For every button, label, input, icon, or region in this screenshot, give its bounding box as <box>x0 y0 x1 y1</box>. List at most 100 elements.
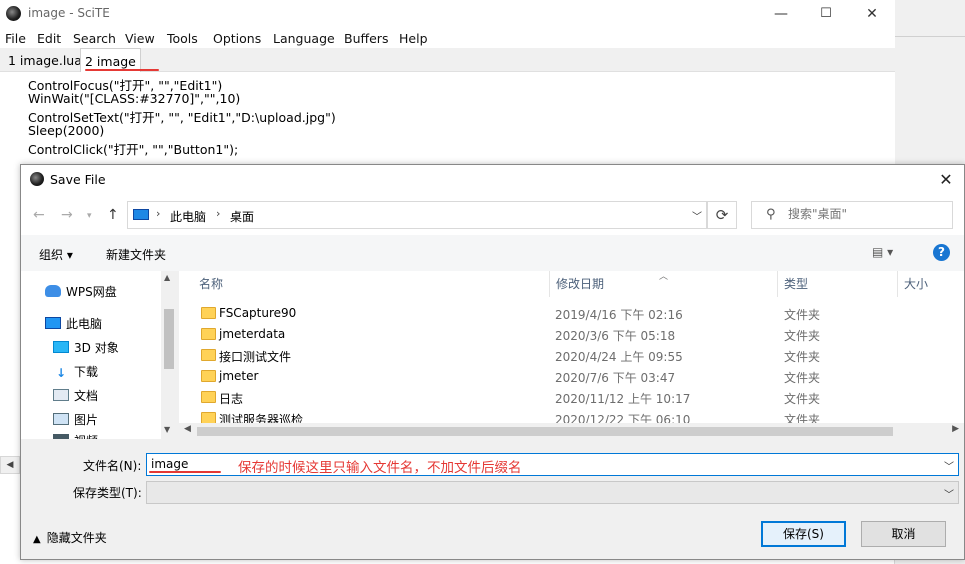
scroll-right-icon[interactable]: ▶ <box>952 424 959 434</box>
address-dropdown-icon[interactable]: ﹀ <box>692 208 702 223</box>
column-divider[interactable] <box>777 271 778 297</box>
breadcrumb-desktop[interactable]: 桌面 <box>230 208 254 225</box>
column-header-name[interactable]: 名称 <box>199 271 223 297</box>
file-type: 文件夹 <box>784 350 821 364</box>
hide-folders-label: 隐藏文件夹 <box>46 531 107 545</box>
code-line: ControlClick("打开", "","Button1"); <box>28 142 239 157</box>
view-options-icon[interactable]: ▤ ▾ <box>872 245 893 259</box>
sidebar-item-3d-objects[interactable]: 3D 对象 <box>53 338 119 358</box>
annotation-note: 保存的时候这里只输入文件名，不加文件后缀名 <box>238 460 522 476</box>
back-arrow-icon[interactable]: ← <box>33 207 45 223</box>
cancel-button[interactable]: 取消 <box>861 521 946 547</box>
menu-buffers[interactable]: Buffers <box>344 31 388 46</box>
folder-icon <box>201 307 216 319</box>
file-row[interactable]: 日志 2020/11/12 上午 10:17 文件夹 <box>179 387 964 408</box>
sort-ascending-icon: ︿ <box>659 272 669 282</box>
cloud-icon <box>45 285 61 297</box>
save-button[interactable]: 保存(S) <box>761 521 846 547</box>
chevron-down-icon[interactable]: ﹀ <box>944 486 954 501</box>
command-bar: 组织 ▾ 新建文件夹 ▤ ▾ ? <box>21 235 964 271</box>
address-row: ← → ▾ ↑ › 此电脑 › 桌面 ﹀ ⟳ ⚲ <box>21 195 964 235</box>
file-row[interactable]: jmeter 2020/7/6 下午 03:47 文件夹 <box>179 366 964 387</box>
3d-objects-icon <box>53 341 69 353</box>
search-input[interactable] <box>788 207 948 221</box>
column-divider[interactable] <box>549 271 550 297</box>
refresh-button[interactable]: ⟳ <box>707 201 737 229</box>
scroll-left-icon[interactable]: ◀ <box>184 424 191 434</box>
code-editor[interactable]: ControlFocus("打开", "","Edit1") WinWait("… <box>0 72 895 164</box>
help-icon[interactable]: ? <box>933 244 950 261</box>
scrollbar-thumb[interactable] <box>164 309 174 369</box>
column-header-size[interactable]: 大小 <box>904 271 928 297</box>
sidebar-item-downloads[interactable]: ↓ 下载 <box>53 362 98 382</box>
dialog-title-bar: Save File ✕ <box>21 165 964 195</box>
sidebar-item-videos[interactable]: 视频 <box>53 431 98 439</box>
recent-locations-chevron-icon[interactable]: ▾ <box>87 211 92 221</box>
scite-app-icon <box>6 6 21 21</box>
file-row[interactable]: 接口测试文件 2020/4/24 上午 09:55 文件夹 <box>179 345 964 366</box>
computer-icon <box>45 317 61 329</box>
forward-arrow-icon[interactable]: → <box>61 207 73 223</box>
menu-view[interactable]: View <box>125 31 155 46</box>
sidebar-item-label: 下载 <box>74 365 99 379</box>
code-line: Sleep(2000) <box>28 123 105 138</box>
filetype-select[interactable]: ﹀ <box>146 481 959 504</box>
folder-icon <box>201 328 216 340</box>
sidebar-item-label: 3D 对象 <box>74 341 119 355</box>
dialog-app-icon <box>30 172 44 186</box>
scrollbar-thumb[interactable] <box>197 427 893 436</box>
file-name: 日志 <box>219 392 244 406</box>
filename-input[interactable] <box>151 457 231 471</box>
file-list-hscrollbar[interactable]: ◀ ▶ <box>179 423 964 439</box>
search-icon: ⚲ <box>766 207 776 222</box>
close-button[interactable]: ✕ <box>849 0 895 28</box>
new-folder-button[interactable]: 新建文件夹 <box>106 246 166 263</box>
annotation-underline-filename <box>149 471 221 473</box>
hide-folders-toggle[interactable]: ▲ 隐藏文件夹 <box>33 529 107 546</box>
sidebar-item-wps-drive[interactable]: WPS网盘 <box>45 282 117 302</box>
file-list: 名称 ︿ 修改日期 类型 大小 FSCapture90 2019/4/16 下午… <box>179 271 964 439</box>
computer-icon <box>133 209 149 220</box>
dialog-close-icon[interactable]: ✕ <box>934 169 958 191</box>
menu-search[interactable]: Search <box>73 31 116 46</box>
tab-image-lua[interactable]: 1 image.lua <box>4 48 86 72</box>
menu-bar: File Edit Search View Tools Options Lang… <box>0 28 895 48</box>
file-row[interactable]: jmeterdata 2020/3/6 下午 05:18 文件夹 <box>179 324 964 345</box>
editor-scroll-left-icon[interactable]: ◀ <box>0 456 20 474</box>
file-type: 文件夹 <box>784 371 821 385</box>
minimize-button[interactable]: — <box>758 0 804 28</box>
maximize-button[interactable]: ☐ <box>803 0 849 28</box>
annotation-underline-tab <box>85 69 159 71</box>
scite-window-title: image - SciTE <box>28 6 110 20</box>
up-arrow-icon[interactable]: ↑ <box>107 207 119 223</box>
folder-icon <box>201 391 216 403</box>
videos-icon <box>53 434 69 439</box>
chevron-right-icon[interactable]: › <box>156 207 160 220</box>
scite-title-bar: image - SciTE — ☐ ✕ <box>0 0 895 28</box>
menu-tools[interactable]: Tools <box>167 31 198 46</box>
divider <box>895 36 965 37</box>
sidebar-item-label: WPS网盘 <box>66 285 117 299</box>
menu-help[interactable]: Help <box>399 31 428 46</box>
chevron-down-icon[interactable]: ﹀ <box>944 458 954 473</box>
column-header-date[interactable]: 修改日期 <box>556 271 604 297</box>
sidebar-item-documents[interactable]: 文档 <box>53 386 98 406</box>
scroll-down-icon[interactable]: ▼ <box>164 425 170 434</box>
chevron-right-icon[interactable]: › <box>216 207 220 220</box>
scroll-up-icon[interactable]: ▲ <box>164 273 170 282</box>
sidebar-item-this-pc[interactable]: 此电脑 <box>45 314 102 334</box>
breadcrumb-this-pc[interactable]: 此电脑 <box>170 208 206 225</box>
file-row[interactable]: FSCapture90 2019/4/16 下午 02:16 文件夹 <box>179 303 964 324</box>
sidebar-item-pictures[interactable]: 图片 <box>53 410 98 430</box>
column-header-type[interactable]: 类型 <box>784 271 808 297</box>
menu-language[interactable]: Language <box>273 31 335 46</box>
search-box[interactable]: ⚲ <box>751 201 953 229</box>
menu-file[interactable]: File <box>5 31 26 46</box>
address-bar[interactable]: › 此电脑 › 桌面 ﹀ <box>127 201 707 229</box>
menu-options[interactable]: Options <box>213 31 261 46</box>
menu-edit[interactable]: Edit <box>37 31 61 46</box>
file-type: 文件夹 <box>784 392 821 406</box>
organize-menu-button[interactable]: 组织 ▾ <box>39 246 73 263</box>
column-divider[interactable] <box>897 271 898 297</box>
navigation-scrollbar[interactable]: ▲ ▼ <box>161 271 177 439</box>
